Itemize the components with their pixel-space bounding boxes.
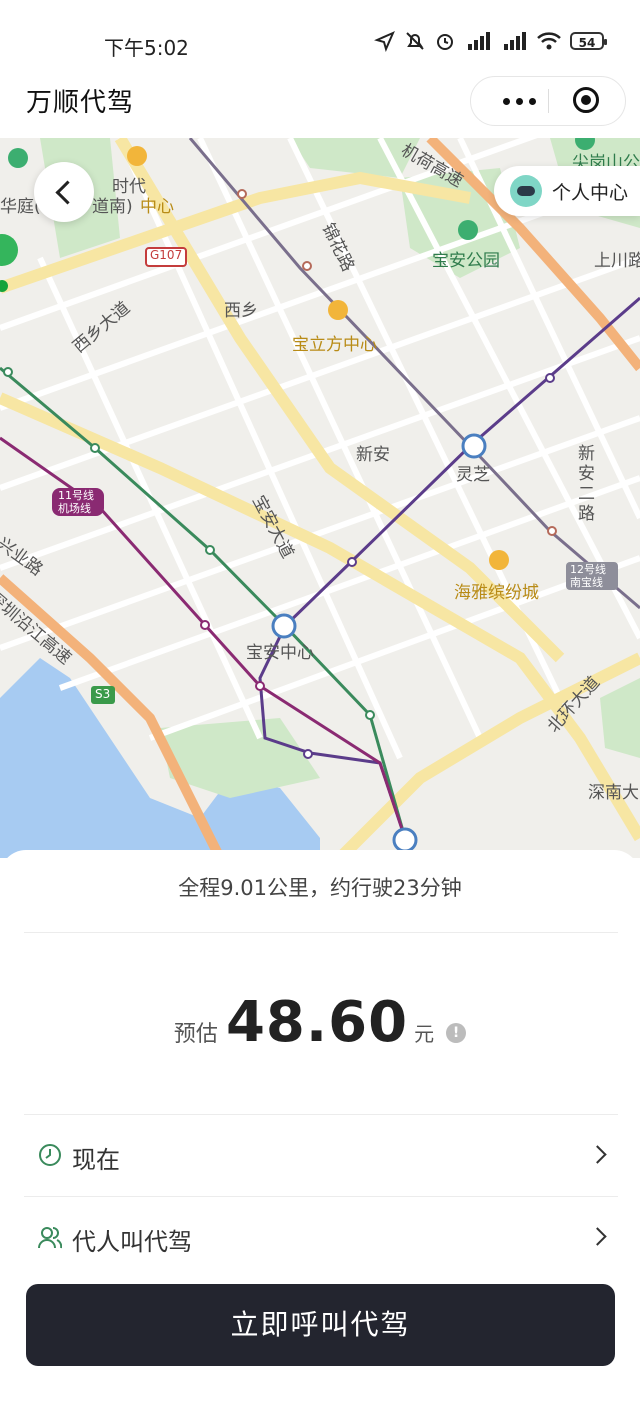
map-label-zhongxin: 中心 xyxy=(140,197,174,217)
battery-icon: 54 xyxy=(570,32,607,50)
clock-icon xyxy=(39,1144,61,1166)
divider xyxy=(24,1196,618,1197)
price-value: 48.60 xyxy=(225,990,409,1055)
divider xyxy=(24,932,618,933)
route-info: 全程9.01公里，约行驶23分钟 xyxy=(178,876,462,900)
personal-center-label: 个人中心 xyxy=(552,181,629,204)
route-map[interactable]: 时代 中心 华庭( 道南) 锦花路 宝安公园 尖岗山公 上川路 西乡 西乡大道 … xyxy=(0,138,640,858)
mute-bell-icon xyxy=(406,32,424,50)
map-label-xixiang: 西乡 xyxy=(224,301,258,321)
app-title: 万顺代驾 xyxy=(26,88,135,118)
departure-time-label: 现在 xyxy=(72,1146,120,1174)
order-for-others-row[interactable]: 代人叫代驾 xyxy=(24,1198,618,1278)
road-shield-s3: S3 xyxy=(95,687,111,701)
map-label-shangchuan: 上川路 xyxy=(594,251,640,271)
header: 万顺代驾 xyxy=(0,76,640,138)
back-button[interactable] xyxy=(34,162,94,222)
status-time: 下午5:02 xyxy=(104,36,189,60)
chevron-right-icon xyxy=(588,1145,607,1164)
map-label-daonan: 道南) xyxy=(92,197,133,217)
more-options-button[interactable] xyxy=(489,87,549,115)
price-prefix: 预估 xyxy=(173,1022,218,1047)
map-label-baoan-gongyuan: 宝安公园 xyxy=(432,251,500,271)
map-label-baoan-zhongxin: 宝安中心 xyxy=(246,643,314,663)
price-info-icon[interactable]: ! xyxy=(446,1023,467,1043)
map-label-xinan-er-lu: 新安二路 xyxy=(578,444,595,524)
robot-avatar-icon xyxy=(510,175,542,207)
person-icon xyxy=(38,1227,62,1249)
metro-line-12-badge: 12号线 南宝线 xyxy=(566,562,618,590)
price-estimate: 预估 48.60 元 ! xyxy=(0,990,640,1070)
mini-program-capsule xyxy=(470,76,626,126)
map-label-haiya: 海雅缤纷城 xyxy=(454,583,539,603)
map-label-shennan: 深南大 xyxy=(588,783,639,803)
call-driver-button[interactable]: 立即呼叫代驾 xyxy=(26,1284,615,1366)
metro-line-11-badge: 11号线 机场线 xyxy=(52,488,104,516)
price-unit: 元 xyxy=(414,1022,435,1046)
order-sheet: 全程9.01公里，约行驶23分钟 预估 48.60 元 ! 现在 代人叫代驾 立… xyxy=(0,850,640,1422)
map-label-lingzhi: 灵芝 xyxy=(456,465,490,485)
order-for-others-label: 代人叫代驾 xyxy=(72,1228,192,1256)
chevron-right-icon xyxy=(588,1227,607,1246)
signal-hd-icon xyxy=(468,32,490,50)
location-arrow-icon xyxy=(374,31,395,52)
status-icons: 54 xyxy=(374,30,607,52)
map-label-baolifang: 宝立方中心 xyxy=(292,335,377,355)
signal-hd-icon-2 xyxy=(504,32,526,50)
wifi-icon xyxy=(537,32,561,50)
status-bar: 下午5:02 54 xyxy=(0,0,640,76)
capsule-divider xyxy=(548,89,549,113)
alarm-icon xyxy=(437,34,453,50)
departure-time-row[interactable]: 现在 xyxy=(24,1116,618,1196)
personal-center-button[interactable]: 个人中心 xyxy=(494,166,640,216)
map-label-xinan: 新安 xyxy=(356,445,390,465)
divider xyxy=(24,1114,618,1115)
road-shield-g107: G107 xyxy=(150,248,183,262)
close-mini-program-button[interactable] xyxy=(573,87,599,113)
